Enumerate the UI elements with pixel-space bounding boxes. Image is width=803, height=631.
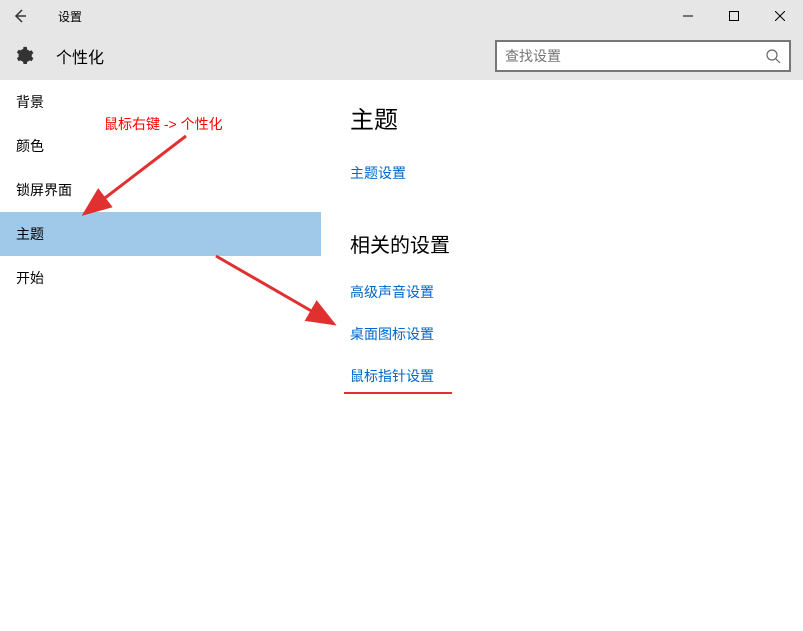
sidebar-item-start[interactable]: 开始 — [0, 256, 321, 300]
close-button[interactable] — [757, 0, 803, 32]
sidebar-item-label: 背景 — [16, 92, 44, 112]
sidebar-item-label: 主题 — [16, 224, 44, 244]
sidebar: 背景 颜色 锁屏界面 主题 开始 — [0, 80, 322, 631]
search-input[interactable] — [497, 48, 757, 64]
sidebar-item-label: 开始 — [16, 268, 44, 288]
back-button[interactable] — [0, 0, 40, 32]
search-icon-wrap[interactable] — [757, 48, 789, 64]
sidebar-item-colors[interactable]: 颜色 — [0, 124, 321, 168]
sidebar-item-themes[interactable]: 主题 — [0, 212, 321, 256]
section-heading-related: 相关的设置 — [350, 229, 803, 258]
search-icon — [765, 48, 781, 64]
minimize-button[interactable] — [665, 0, 711, 32]
section-heading-themes: 主题 — [350, 100, 803, 135]
link-theme-settings[interactable]: 主题设置 — [350, 163, 803, 183]
headerbar: 个性化 — [0, 32, 803, 80]
close-icon — [775, 11, 785, 21]
sidebar-item-label: 锁屏界面 — [16, 180, 72, 200]
sidebar-item-background[interactable]: 背景 — [0, 80, 321, 124]
page-title: 个性化 — [56, 44, 104, 68]
sidebar-item-lockscreen[interactable]: 锁屏界面 — [0, 168, 321, 212]
link-advanced-sound[interactable]: 高级声音设置 — [350, 282, 803, 302]
body-area: 背景 颜色 锁屏界面 主题 开始 主题 主题设置 相关的设置 高级声音设置 桌面… — [0, 80, 803, 631]
sidebar-item-label: 颜色 — [16, 136, 44, 156]
search-box[interactable] — [495, 40, 791, 72]
link-desktop-icons[interactable]: 桌面图标设置 — [350, 324, 803, 344]
link-mouse-pointer[interactable]: 鼠标指针设置 — [350, 366, 803, 386]
minimize-icon — [683, 11, 693, 21]
window-title: 设置 — [40, 8, 82, 25]
gear-icon — [14, 46, 34, 66]
settings-gear[interactable] — [0, 32, 48, 80]
maximize-button[interactable] — [711, 0, 757, 32]
window-controls — [665, 0, 803, 32]
maximize-icon — [729, 11, 739, 21]
titlebar: 设置 — [0, 0, 803, 32]
arrow-left-icon — [12, 8, 28, 24]
content-pane: 主题 主题设置 相关的设置 高级声音设置 桌面图标设置 鼠标指针设置 — [322, 80, 803, 631]
